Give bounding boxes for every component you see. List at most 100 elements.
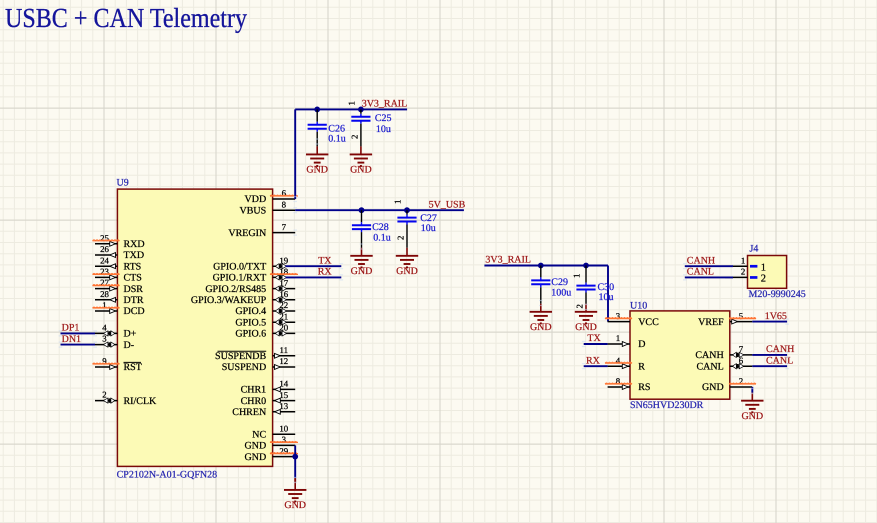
svg-text:GPIO.5: GPIO.5 xyxy=(235,317,266,328)
svg-text:DN1: DN1 xyxy=(62,334,81,345)
svg-text:0.1u: 0.1u xyxy=(373,233,391,244)
svg-text:D-: D- xyxy=(124,340,135,351)
svg-text:10u: 10u xyxy=(599,292,614,303)
svg-text:15: 15 xyxy=(279,390,288,400)
svg-text:VDD: VDD xyxy=(245,194,267,205)
svg-text:1: 1 xyxy=(347,101,357,105)
svg-text:GPIO.3/WAKEUP: GPIO.3/WAKEUP xyxy=(191,295,267,306)
svg-text:CANH: CANH xyxy=(695,350,723,361)
svg-text:R: R xyxy=(638,361,645,372)
svg-text:M20-9990245: M20-9990245 xyxy=(749,289,806,300)
svg-text:19: 19 xyxy=(279,255,288,265)
svg-text:RX: RX xyxy=(586,355,601,366)
svg-text:1V65: 1V65 xyxy=(765,311,787,322)
svg-text:13: 13 xyxy=(279,401,288,411)
svg-text:5: 5 xyxy=(739,311,744,321)
svg-text:GPIO.2/RS485: GPIO.2/RS485 xyxy=(205,284,266,295)
svg-text:5V_USB: 5V_USB xyxy=(429,199,466,210)
svg-text:18: 18 xyxy=(279,267,288,277)
svg-text:GPIO.4: GPIO.4 xyxy=(235,306,266,317)
svg-text:USBC + CAN Telemetry: USBC + CAN Telemetry xyxy=(5,2,247,33)
svg-text:CANL: CANL xyxy=(696,361,723,372)
svg-text:SUSPENDB: SUSPENDB xyxy=(215,351,266,362)
svg-text:GND: GND xyxy=(350,165,372,176)
svg-text:3V3_RAIL: 3V3_RAIL xyxy=(485,255,531,266)
svg-text:7: 7 xyxy=(282,222,287,232)
svg-text:2: 2 xyxy=(102,390,106,400)
svg-text:2: 2 xyxy=(349,135,359,139)
svg-text:0.1u: 0.1u xyxy=(328,134,346,145)
svg-text:29: 29 xyxy=(279,446,288,456)
svg-text:CP2102N-A01-GQFN28: CP2102N-A01-GQFN28 xyxy=(117,470,218,481)
svg-text:GND: GND xyxy=(306,165,328,176)
svg-text:6: 6 xyxy=(282,188,287,198)
svg-text:TXD: TXD xyxy=(124,250,145,261)
svg-text:GPIO.0/TXT: GPIO.0/TXT xyxy=(213,261,266,272)
svg-text:GPIO.6: GPIO.6 xyxy=(235,329,266,340)
svg-text:TX: TX xyxy=(318,255,332,266)
svg-text:GND: GND xyxy=(702,382,724,393)
svg-text:26: 26 xyxy=(100,244,109,254)
svg-text:VREF: VREF xyxy=(698,317,724,328)
svg-text:2: 2 xyxy=(575,304,585,308)
svg-text:RTS: RTS xyxy=(124,261,142,272)
svg-text:CANL: CANL xyxy=(766,355,793,366)
svg-text:10u: 10u xyxy=(421,223,436,234)
svg-text:24: 24 xyxy=(100,255,109,265)
svg-text:D+: D+ xyxy=(124,329,137,340)
svg-text:100u: 100u xyxy=(551,288,571,299)
svg-text:NC: NC xyxy=(252,429,266,440)
svg-text:1: 1 xyxy=(761,262,766,273)
svg-text:SN65HVD230DR: SN65HVD230DR xyxy=(630,400,704,411)
svg-text:2: 2 xyxy=(761,274,766,285)
svg-text:CANH: CANH xyxy=(687,255,715,266)
svg-text:RS: RS xyxy=(638,382,650,393)
svg-text:C28: C28 xyxy=(372,222,389,233)
svg-text:2: 2 xyxy=(396,236,406,240)
svg-text:U10: U10 xyxy=(630,300,647,311)
svg-text:RXD: RXD xyxy=(124,239,145,250)
svg-text:28: 28 xyxy=(100,289,109,299)
svg-text:CHR0: CHR0 xyxy=(241,396,267,407)
svg-text:CANL: CANL xyxy=(687,267,714,278)
svg-text:GND: GND xyxy=(530,322,552,333)
svg-text:RI/CLK: RI/CLK xyxy=(124,396,158,407)
svg-text:GND: GND xyxy=(351,266,373,277)
svg-text:DTR: DTR xyxy=(124,295,144,306)
svg-text:CHR1: CHR1 xyxy=(241,385,267,396)
svg-text:10: 10 xyxy=(279,423,288,433)
svg-text:RX: RX xyxy=(318,267,333,278)
svg-text:21: 21 xyxy=(279,311,288,321)
svg-text:GND: GND xyxy=(575,322,597,333)
svg-text:J4: J4 xyxy=(750,244,759,255)
svg-text:12: 12 xyxy=(279,356,288,366)
svg-text:U9: U9 xyxy=(117,177,129,188)
svg-text:CANH: CANH xyxy=(766,344,794,355)
svg-text:8: 8 xyxy=(282,199,287,209)
svg-text:D: D xyxy=(638,339,645,350)
svg-text:GND: GND xyxy=(284,500,306,511)
svg-text:GND: GND xyxy=(245,441,267,452)
svg-text:VCC: VCC xyxy=(638,317,659,328)
svg-text:C25: C25 xyxy=(375,113,392,124)
svg-text:14: 14 xyxy=(279,379,288,389)
svg-text:11: 11 xyxy=(280,345,288,355)
svg-text:GPIO.1/RXT: GPIO.1/RXT xyxy=(213,273,267,284)
svg-text:GND: GND xyxy=(245,452,267,463)
svg-text:GND: GND xyxy=(396,266,418,277)
svg-text:1: 1 xyxy=(616,333,620,343)
svg-text:17: 17 xyxy=(279,278,288,288)
svg-text:1: 1 xyxy=(572,274,582,278)
svg-text:22: 22 xyxy=(279,300,288,310)
svg-text:TX: TX xyxy=(587,333,601,344)
svg-text:10u: 10u xyxy=(376,124,391,135)
svg-text:SUSPEND: SUSPEND xyxy=(222,362,266,373)
svg-text:16: 16 xyxy=(279,289,288,299)
svg-text:DCD: DCD xyxy=(124,306,145,317)
svg-text:4: 4 xyxy=(102,323,107,333)
svg-text:1: 1 xyxy=(393,200,403,204)
svg-text:CHREN: CHREN xyxy=(232,407,266,418)
svg-text:1: 1 xyxy=(741,255,745,265)
svg-text:3: 3 xyxy=(102,334,107,344)
svg-text:RST: RST xyxy=(124,362,142,373)
